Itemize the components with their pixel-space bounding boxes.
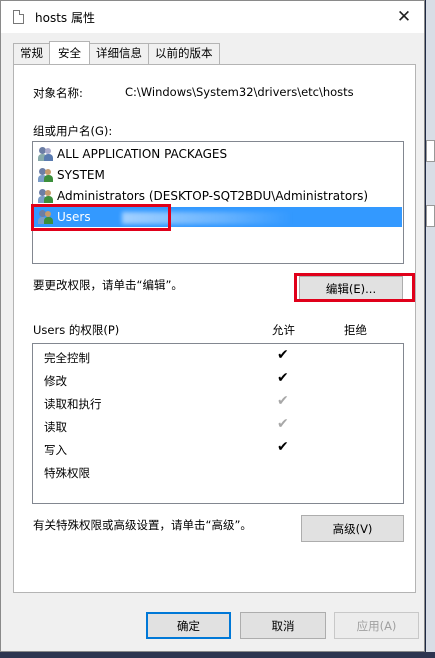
advanced-hint: 有关特殊权限或高级设置，请单击“高级”。 <box>33 518 252 532</box>
permission-row: 读取和执行 ✔ <box>44 393 404 415</box>
close-icon: ✕ <box>396 7 412 27</box>
deny-column-header: 拒绝 <box>344 323 367 337</box>
highlight-box-users <box>31 204 171 231</box>
allow-check: ✔ <box>277 370 289 386</box>
permission-row: 特殊权限 <box>44 462 404 484</box>
allow-check-inherited: ✔ <box>277 416 289 432</box>
users-icon <box>38 168 54 182</box>
properties-window: hosts 属性 ✕ 常规 安全 详细信息 以前的版本 对象名称: C:\Win… <box>0 0 425 652</box>
tab-general[interactable]: 常规 <box>13 43 50 64</box>
user-name: ALL APPLICATION PACKAGES <box>57 147 228 161</box>
permissions-header: Users 的权限(P) <box>33 323 120 337</box>
permission-name: 特殊权限 <box>44 466 90 480</box>
permissions-list: 完全控制 ✔ 修改 ✔ 读取和执行 ✔ 读取 ✔ 写入 ✔ 特殊权限 <box>32 343 404 504</box>
list-item[interactable]: SYSTEM <box>34 165 402 185</box>
allow-column-header: 允许 <box>272 323 295 337</box>
background-window-fragment <box>426 205 435 227</box>
ok-button[interactable]: 确定 <box>146 612 231 639</box>
tab-bar: 常规 安全 详细信息 以前的版本 <box>13 41 220 64</box>
package-users-icon <box>38 147 54 161</box>
permission-name: 读取和执行 <box>44 397 102 411</box>
title-bar[interactable]: hosts 属性 ✕ <box>1 1 424 33</box>
list-item[interactable]: ALL APPLICATION PACKAGES <box>34 144 402 164</box>
permission-row: 读取 ✔ <box>44 416 404 438</box>
tab-previous-versions[interactable]: 以前的版本 <box>148 43 220 64</box>
permission-name: 修改 <box>44 374 67 388</box>
permission-name: 完全控制 <box>44 351 90 365</box>
window-title: hosts 属性 <box>35 11 95 25</box>
groups-label: 组或用户名(G): <box>33 124 113 138</box>
allow-check: ✔ <box>277 439 289 455</box>
taskbar-edge <box>0 652 435 658</box>
allow-check: ✔ <box>277 347 289 363</box>
apply-button[interactable]: 应用(A) <box>334 612 419 639</box>
users-icon <box>38 189 54 203</box>
permission-row: 写入 ✔ <box>44 439 404 461</box>
tab-details[interactable]: 详细信息 <box>89 43 149 64</box>
permission-row: 完全控制 ✔ <box>44 347 404 369</box>
cancel-button[interactable]: 取消 <box>240 612 326 639</box>
permission-name: 读取 <box>44 420 67 434</box>
security-panel: 对象名称: C:\Windows\System32\drivers\etc\ho… <box>13 64 416 593</box>
edit-hint: 要更改权限，请单击“编辑”。 <box>33 278 183 292</box>
permission-name: 写入 <box>44 443 67 457</box>
object-name-value: C:\Windows\System32\drivers\etc\hosts <box>125 85 354 99</box>
user-name: SYSTEM <box>57 168 105 182</box>
advanced-button[interactable]: 高级(V) <box>301 515 404 542</box>
background-window-edge <box>426 0 435 658</box>
background-window-fragment <box>426 140 435 162</box>
object-name-label: 对象名称: <box>33 86 83 100</box>
user-name: Administrators (DESKTOP-SQT2BDU\Administ… <box>57 189 369 203</box>
file-icon <box>13 10 24 24</box>
list-item[interactable]: Administrators (DESKTOP-SQT2BDU\Administ… <box>34 186 402 206</box>
permission-row: 修改 ✔ <box>44 370 404 392</box>
groups-list[interactable]: ALL APPLICATION PACKAGES SYSTEM Administ… <box>32 141 404 264</box>
highlight-box-edit <box>294 273 415 302</box>
allow-check-inherited: ✔ <box>277 393 289 409</box>
close-button[interactable]: ✕ <box>384 1 424 33</box>
tab-security[interactable]: 安全 <box>49 41 90 64</box>
